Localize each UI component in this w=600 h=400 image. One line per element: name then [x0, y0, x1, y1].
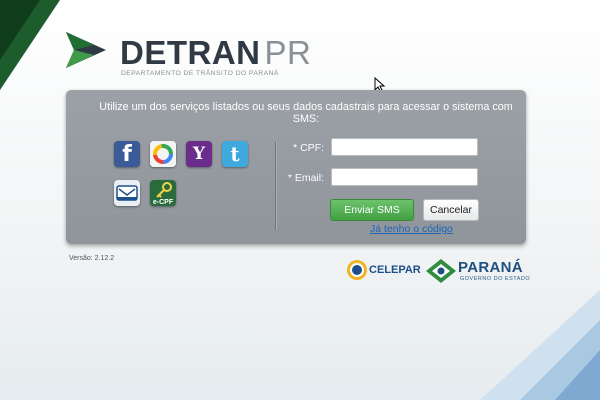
google-icon — [150, 141, 176, 167]
ecpf-key-icon: e-CPF — [153, 182, 174, 206]
brand-suffix: PR — [264, 34, 312, 71]
parana-flag-icon — [426, 259, 456, 283]
parana-subtitle: GOVERNO DO ESTADO — [460, 276, 531, 282]
login-panel: Utilize um dos serviços listados ou seus… — [66, 90, 526, 244]
panel-divider — [275, 142, 276, 230]
facebook-login-button[interactable]: f — [114, 141, 140, 167]
twitter-icon: t — [230, 142, 240, 166]
corner-decoration-top-left — [0, 0, 60, 90]
yahoo-icon: Y — [192, 144, 206, 164]
cpf-label: * CPF: — [293, 142, 324, 154]
celepar-text: CELEPAR — [369, 264, 421, 276]
have-code-link[interactable]: Já tenho o código — [370, 223, 453, 235]
detran-logo: DETRAN PR DEPARTAMENTO DE TRÂNSITO DO PAR… — [64, 26, 311, 78]
cancel-button[interactable]: Cancelar — [423, 199, 479, 221]
brand-title: DETRAN PR — [120, 36, 311, 69]
celepar-emblem-icon — [347, 260, 367, 280]
certificate-card-icon — [116, 185, 138, 201]
send-sms-button[interactable]: Enviar SMS — [330, 199, 414, 221]
ecnpj-login-button[interactable] — [114, 180, 140, 206]
version-text: Versão: 2.12.2 — [69, 255, 115, 262]
ecpf-label: e-CPF — [153, 199, 174, 206]
twitter-login-button[interactable]: t — [222, 141, 248, 167]
parana-government-logo: PARANÁ GOVERNO DO ESTADO — [426, 257, 530, 285]
parana-name: PARANÁ — [458, 259, 523, 276]
email-input[interactable] — [331, 168, 478, 186]
email-label: * Email: — [287, 172, 324, 184]
celepar-logo: CELEPAR — [346, 259, 422, 283]
ecpf-login-button[interactable]: e-CPF — [150, 180, 176, 206]
facebook-icon: f — [122, 141, 132, 167]
detran-arrow-icon — [66, 32, 106, 68]
brand-subtitle: DEPARTAMENTO DE TRÂNSITO DO PARANÁ — [121, 70, 279, 77]
corner-decoration-bottom-right — [480, 290, 600, 400]
cpf-input[interactable] — [331, 138, 478, 156]
brand-name: DETRAN — [120, 34, 261, 71]
login-instructions: Utilize um dos serviços listados ou seus… — [99, 101, 513, 125]
yahoo-login-button[interactable]: Y — [186, 141, 212, 167]
google-login-button[interactable] — [150, 141, 176, 167]
